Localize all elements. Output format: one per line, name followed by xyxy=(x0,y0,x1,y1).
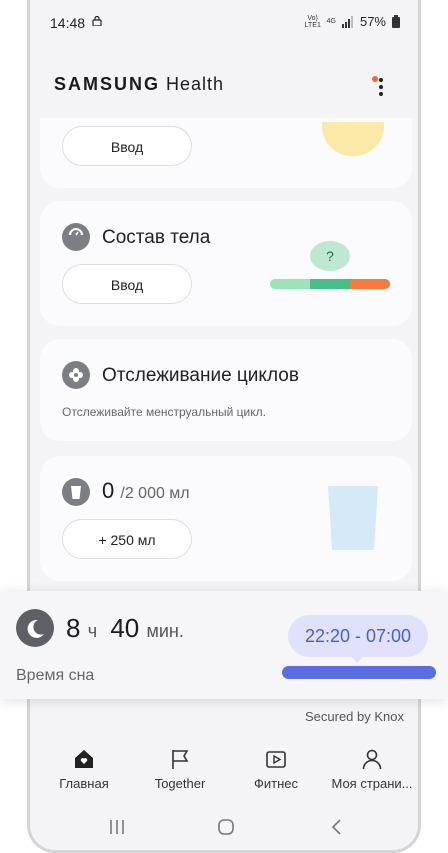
lock-icon xyxy=(92,16,102,26)
system-nav xyxy=(30,812,418,842)
battery-percent: 57% xyxy=(359,14,386,29)
bubble-tail xyxy=(350,655,364,663)
unknown-badge: ? xyxy=(310,241,350,271)
app-brand: SAMSUNG Health xyxy=(54,74,404,95)
sleep-hours: 8 xyxy=(66,613,81,643)
status-bar: 14:48 Vo) LTE1 4G 57% xyxy=(50,10,400,36)
brand-health: Health xyxy=(166,74,225,94)
volte-indicator: Vo) LTE1 xyxy=(304,14,321,29)
card-cycle-tracking[interactable]: Отслеживание циклов Отслеживайте менстру… xyxy=(40,339,412,441)
secured-by-knox: Secured by Knox xyxy=(304,709,404,724)
brand-samsung: SAMSUNG xyxy=(54,74,161,94)
sleep-minutes-unit: мин. xyxy=(146,621,184,641)
body-scale-bar xyxy=(270,279,390,289)
card-body-composition[interactable]: Состав тела Ввод ? xyxy=(40,201,412,326)
sleep-label: Время сна xyxy=(16,667,95,684)
nav-fitness[interactable]: Фитнес xyxy=(228,740,324,791)
nav-my-page-label: Моя страни... xyxy=(331,776,413,791)
person-icon xyxy=(362,749,382,770)
sleep-minutes: 40 xyxy=(110,613,140,643)
more-options-button[interactable] xyxy=(372,76,384,98)
water-glass-illustration xyxy=(328,486,378,550)
card-title: Состав тела xyxy=(102,227,211,248)
home-icon xyxy=(75,750,93,768)
bottom-nav: Главная Together Фитнес Моя страни... xyxy=(30,740,418,800)
water-value: 0 /2 000 мл xyxy=(102,478,190,504)
flag-icon xyxy=(172,750,189,769)
card-subtitle: Отслеживайте менструальный цикл. xyxy=(62,405,266,419)
nav-home[interactable]: Главная xyxy=(36,740,132,791)
water-goal: /2 000 мл xyxy=(120,485,190,502)
recent-apps-icon[interactable] xyxy=(108,818,126,836)
sleep-hours-unit: ч xyxy=(87,621,98,641)
card-title: Отслеживание циклов xyxy=(102,365,299,386)
sleep-time-range: 22:20 - 07:00 xyxy=(288,615,428,657)
status-time: 14:48 xyxy=(50,15,86,31)
flower-icon xyxy=(62,361,90,389)
network-indicator: 4G xyxy=(326,18,336,25)
moon-icon xyxy=(16,609,54,647)
battery-icon xyxy=(392,15,400,28)
sleep-card[interactable]: 8 ч 40 мин. Время сна 22:20 - 07:00 xyxy=(0,591,448,699)
back-icon[interactable] xyxy=(328,818,346,836)
video-play-icon xyxy=(266,751,286,768)
sleep-duration: 8 ч 40 мин. xyxy=(66,613,184,644)
card-water[interactable]: 0 /2 000 мл + 250 мл xyxy=(40,456,412,581)
nav-home-label: Главная xyxy=(59,776,109,791)
phone-frame: 14:48 Vo) LTE1 4G 57% SAMSUNG Health Вво… xyxy=(27,0,421,853)
input-button[interactable]: Ввод xyxy=(62,126,192,166)
nav-together[interactable]: Together xyxy=(132,740,228,791)
card-partial-top: Ввод xyxy=(40,118,412,188)
notification-dot xyxy=(372,76,378,82)
add-water-button[interactable]: + 250 мл xyxy=(62,519,192,559)
scale-icon xyxy=(62,223,90,251)
app-header: SAMSUNG Health xyxy=(54,74,404,104)
water-current: 0 xyxy=(102,478,115,503)
nav-my-page[interactable]: Моя страни... xyxy=(324,740,418,791)
sleep-bar xyxy=(282,666,436,679)
nav-together-label: Together xyxy=(154,776,206,791)
food-illustration xyxy=(322,122,384,156)
status-right: Vo) LTE1 4G 57% xyxy=(305,14,400,29)
nav-fitness-label: Фитнес xyxy=(253,776,298,791)
input-button[interactable]: Ввод xyxy=(62,264,192,304)
home-system-icon[interactable] xyxy=(217,818,235,836)
signal-icon xyxy=(341,15,353,28)
cup-icon xyxy=(62,478,90,506)
